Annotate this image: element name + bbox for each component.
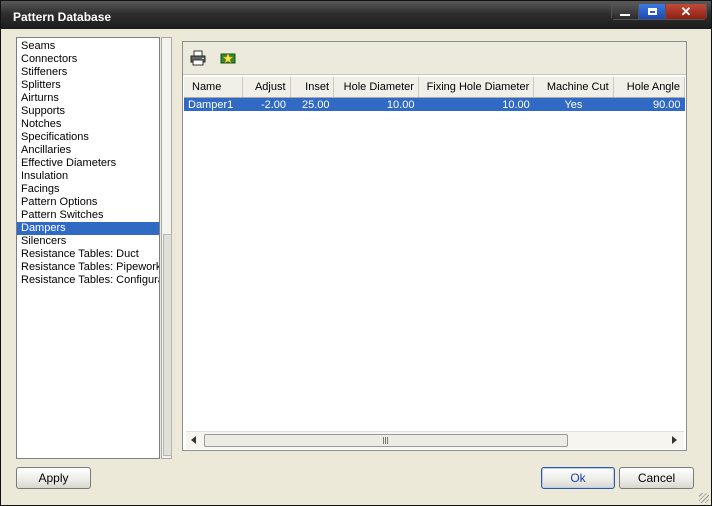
resize-grip-icon[interactable] (699, 493, 709, 503)
close-icon: ✕ (680, 4, 692, 19)
new-item-button[interactable] (220, 50, 236, 66)
dampers-table: Name Adjust Inset Hole Diameter Fixing Hole … (184, 77, 685, 437)
maximize-button[interactable] (639, 4, 666, 19)
new-item-icon (220, 52, 236, 64)
sidebar-item[interactable]: Dampers (17, 222, 159, 235)
category-list-scrollbar[interactable] (161, 37, 172, 459)
column-header[interactable]: Inset (290, 77, 335, 98)
sidebar-item[interactable]: Ancillaries (17, 144, 159, 157)
sidebar-item[interactable]: Insulation (17, 170, 159, 183)
cancel-button[interactable]: Cancel (619, 467, 694, 489)
apply-button[interactable]: Apply (16, 467, 91, 489)
title-bar[interactable]: Pattern Database ✕ (1, 1, 711, 29)
toolbar (183, 42, 686, 75)
column-header[interactable]: Machine Cut (533, 77, 614, 98)
column-header[interactable]: Fixing Hole Diameter (418, 77, 535, 98)
sidebar-item[interactable]: Specifications (17, 131, 159, 144)
sidebar-item[interactable]: Stiffeners (17, 66, 159, 79)
pattern-database-window: Pattern Database ✕ Seams Connectors Stiffe… (0, 0, 712, 506)
table-cell[interactable]: 10.00 (333, 97, 419, 111)
category-list-scroll-thumb[interactable] (163, 234, 172, 456)
horizontal-scroll-thumb[interactable] (204, 434, 568, 447)
minimize-button[interactable] (612, 4, 639, 19)
horizontal-scrollbar[interactable] (186, 431, 684, 449)
print-button[interactable] (190, 50, 206, 66)
sidebar-item[interactable]: Notches (17, 118, 159, 131)
sidebar-item[interactable]: Splitters (17, 79, 159, 92)
sidebar-item[interactable]: Resistance Tables: Configura (17, 274, 159, 287)
sidebar-item[interactable]: Silencers (17, 235, 159, 248)
table-row[interactable]: Damper1 -2.00 25.00 10.00 10.00 Yes 90.00 (184, 97, 685, 111)
sidebar-item[interactable]: Facings (17, 183, 159, 196)
sidebar-item[interactable]: Connectors (17, 53, 159, 66)
sidebar-item[interactable]: Pattern Switches (17, 209, 159, 222)
content-panel: Name Adjust Inset Hole Diameter Fixing Hole … (182, 41, 687, 451)
window-controls: ✕ (611, 3, 707, 20)
column-header[interactable]: Adjust (242, 77, 291, 98)
minimize-icon (620, 13, 630, 16)
sidebar-item[interactable]: Pattern Options (17, 196, 159, 209)
category-list[interactable]: Seams Connectors Stiffeners Splitters Airtur… (16, 37, 160, 459)
ok-button[interactable]: Ok (541, 467, 615, 489)
sidebar-item[interactable]: Effective Diameters (17, 157, 159, 170)
scroll-right-arrow-icon[interactable] (672, 436, 677, 444)
maximize-icon (647, 8, 657, 15)
sidebar-item[interactable]: Supports (17, 105, 159, 118)
sidebar-item[interactable]: Resistance Tables: Pipework (17, 261, 159, 274)
table-cell[interactable]: Damper1 (184, 97, 243, 111)
column-header[interactable]: Name (184, 77, 243, 98)
table-cell[interactable]: Yes (533, 97, 614, 111)
sidebar-item[interactable]: Resistance Tables: Duct (17, 248, 159, 261)
table-cell[interactable]: 10.00 (418, 97, 534, 111)
close-button[interactable]: ✕ (666, 4, 706, 19)
sidebar-item[interactable]: Airturns (17, 92, 159, 105)
scroll-left-arrow-icon[interactable] (191, 436, 196, 444)
column-header[interactable]: Hole Diameter (333, 77, 419, 98)
column-header[interactable]: Hole Angle (613, 77, 685, 98)
print-icon (190, 50, 206, 66)
window-title: Pattern Database (13, 10, 112, 24)
grip-icon (383, 437, 389, 444)
table-cell[interactable]: -2.00 (242, 97, 291, 111)
sidebar-item[interactable]: Seams (17, 40, 159, 53)
table-cell[interactable]: 90.00 (613, 97, 685, 111)
table-cell[interactable]: 25.00 (290, 97, 334, 111)
